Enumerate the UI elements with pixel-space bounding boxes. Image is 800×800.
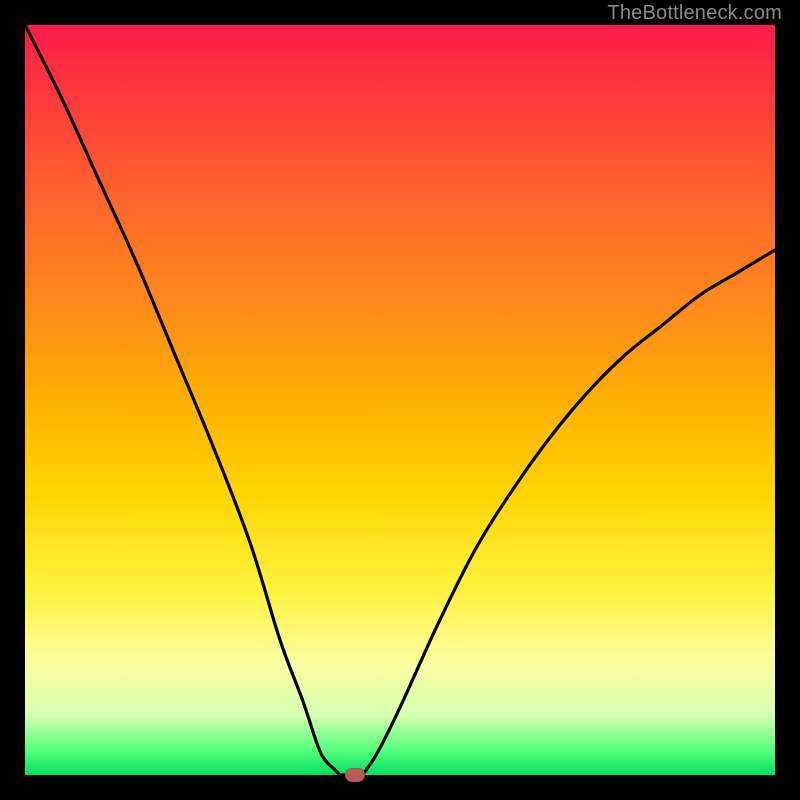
- chart-frame: TheBottleneck.com: [0, 0, 800, 800]
- optimal-point-marker: [345, 768, 365, 782]
- watermark-text: TheBottleneck.com: [607, 2, 782, 25]
- bottleneck-curve: [25, 25, 775, 775]
